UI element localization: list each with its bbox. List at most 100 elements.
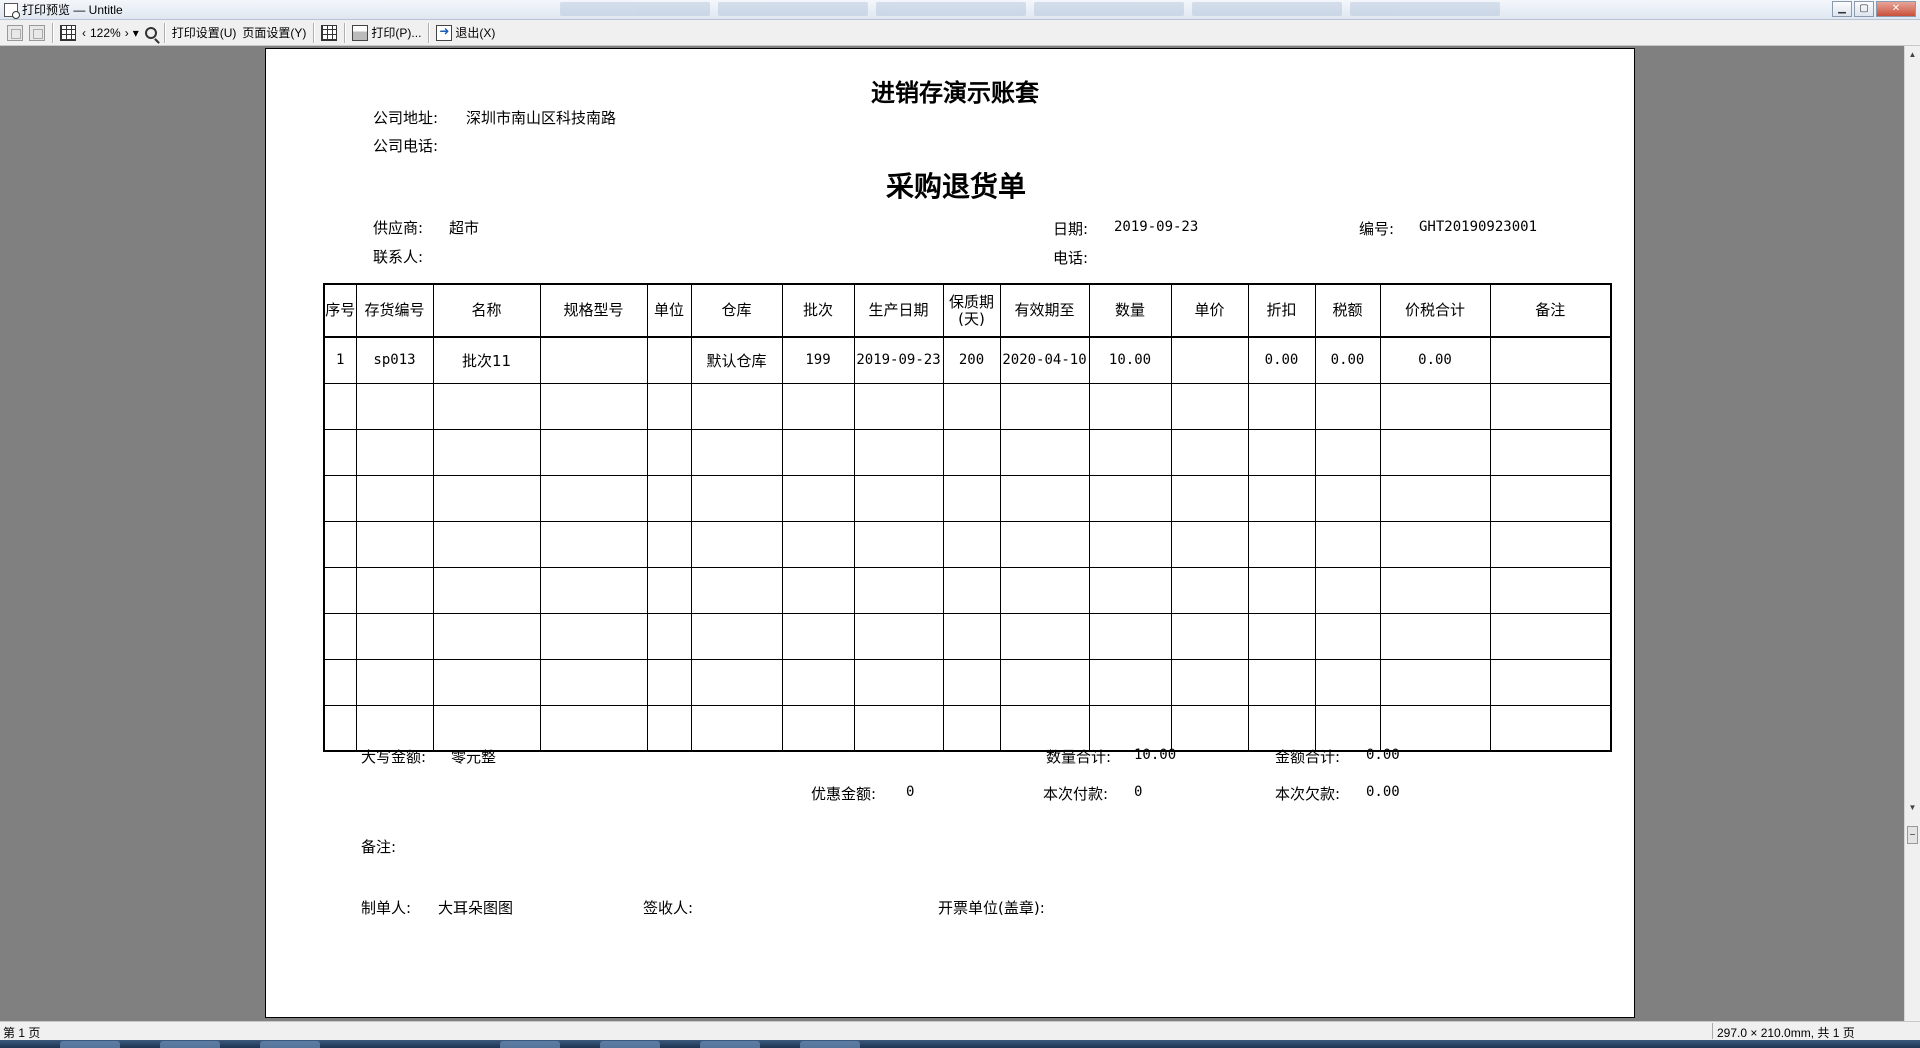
- table-cell: [1489, 336, 1612, 384]
- magnifier-icon: [144, 26, 157, 39]
- page-settings-button[interactable]: 页面设置(Y): [239, 23, 309, 43]
- col-header: 有效期至: [999, 283, 1090, 338]
- minimize-icon[interactable]: ▁: [1832, 1, 1852, 17]
- tel-label: 电话:: [1053, 249, 1089, 267]
- table-cell: 200: [942, 336, 1001, 384]
- zoom-button[interactable]: [142, 23, 160, 43]
- grid-icon: [60, 24, 76, 41]
- scroll-thumb[interactable]: [1907, 826, 1918, 844]
- amount-total-value: 0.00: [1366, 747, 1400, 763]
- table-cell: [539, 336, 648, 384]
- col-header: 存货编号: [355, 283, 434, 338]
- exit-button[interactable]: 退出(X): [433, 23, 498, 43]
- zoom-level: 122%: [90, 25, 121, 40]
- toolbar-separator: [52, 22, 53, 43]
- col-header: 数量: [1088, 283, 1172, 338]
- printer-icon: [352, 24, 369, 41]
- discount-label: 优惠金额:: [811, 785, 877, 803]
- issuer-label: 开票单位(盖章):: [938, 899, 1045, 917]
- page-indicator: 第 1 页: [3, 1026, 41, 1040]
- owed-label: 本次欠款:: [1275, 785, 1341, 803]
- window-controls: ▁ ▢ ✕: [1832, 1, 1916, 17]
- table-cell: [646, 336, 692, 384]
- status-bar: 第 1 页 297.0 × 210.0mm, 共 1 页: [0, 1021, 1920, 1040]
- amount-total-label: 金额合计:: [1275, 748, 1341, 766]
- background-taskbar-tabs: [560, 2, 1500, 16]
- table-row-empty: [323, 658, 1612, 706]
- layout-button[interactable]: [318, 23, 340, 43]
- table-cell: 10.00: [1088, 336, 1172, 384]
- table-row-empty: [323, 428, 1612, 476]
- first-page-button[interactable]: [4, 23, 26, 43]
- table-icon: [321, 24, 338, 41]
- table-cell: [1170, 336, 1249, 384]
- scroll-up-icon[interactable]: ▲: [1905, 48, 1920, 62]
- table-cell: 0.00: [1379, 336, 1491, 384]
- table-cell: 0.00: [1247, 336, 1316, 384]
- qty-total-label: 数量合计:: [1046, 748, 1112, 766]
- signer-label: 签收人:: [643, 899, 694, 917]
- close-icon[interactable]: ✕: [1876, 1, 1916, 17]
- table-cell: 0.00: [1314, 336, 1381, 384]
- table-row-empty: [323, 704, 1612, 752]
- zoom-in-chevron-icon[interactable]: ›: [125, 26, 129, 40]
- col-header: 税额: [1314, 283, 1381, 338]
- col-header: 单位: [646, 283, 692, 338]
- company-name: 进销存演示账套: [871, 78, 1039, 107]
- vertical-scrollbar[interactable]: ▲ ▼: [1904, 46, 1920, 1021]
- table-row-empty: [323, 474, 1612, 522]
- supplier-value: 超市: [449, 219, 480, 237]
- col-header: 序号: [323, 283, 357, 338]
- preview-page: 进销存演示账套 公司地址: 深圳市南山区科技南路 公司电话: 采购退货单 供应商…: [265, 48, 1635, 1018]
- scroll-down-icon[interactable]: ▼: [1905, 801, 1920, 815]
- number-value: GHT20190923001: [1419, 219, 1538, 235]
- table-cell: 1: [323, 336, 357, 384]
- zoom-out-chevron-icon[interactable]: ‹: [82, 26, 86, 40]
- address-value: 深圳市南山区科技南路: [466, 109, 617, 127]
- col-header: 生产日期: [853, 283, 944, 338]
- date-label: 日期:: [1053, 220, 1089, 238]
- print-settings-button[interactable]: 打印设置(U): [169, 23, 240, 43]
- table-header-row: 序号 存货编号 名称 规格型号 单位 仓库 批次 生产日期 保质期(天) 有效期…: [323, 283, 1612, 338]
- col-header: 仓库: [690, 283, 783, 338]
- date-value: 2019-09-23: [1114, 219, 1199, 235]
- amount-words-label: 大写金额:: [361, 748, 427, 766]
- col-header: 折扣: [1247, 283, 1316, 338]
- paid-value: 0: [1134, 784, 1143, 800]
- print-button[interactable]: 打印(P)...: [349, 23, 424, 43]
- status-divider: [1712, 1023, 1713, 1039]
- address-label: 公司地址:: [373, 109, 439, 127]
- paid-label: 本次付款:: [1043, 785, 1109, 803]
- col-header: 规格型号: [539, 283, 648, 338]
- toolbar-separator: [344, 22, 346, 43]
- zoom-dropdown-icon[interactable]: ▾: [133, 26, 139, 40]
- zoom-control[interactable]: ‹ 122% › ▾: [79, 26, 142, 40]
- table-row-empty: [323, 382, 1612, 430]
- col-header: 名称: [432, 283, 541, 338]
- table-row-empty: [323, 520, 1612, 568]
- maximize-icon[interactable]: ▢: [1854, 1, 1874, 17]
- os-taskbar: [0, 1040, 1920, 1048]
- remark-label: 备注:: [361, 838, 397, 856]
- multi-page-button[interactable]: [57, 23, 79, 43]
- preview-toolbar: ‹ 122% › ▾ 打印设置(U) 页面设置(Y) 打印(P)... 退出(X…: [0, 20, 1920, 46]
- toolbar-separator: [163, 22, 165, 43]
- paper-size: 297.0 × 210.0mm, 共 1 页: [1717, 1026, 1855, 1040]
- table-row-empty: [323, 566, 1612, 614]
- page-icon: [29, 24, 45, 41]
- document-title: 采购退货单: [886, 170, 1027, 203]
- table-cell: 2020-04-10: [999, 336, 1090, 384]
- table-cell: 2019-09-23: [853, 336, 944, 384]
- print-label: 打印(P)...: [371, 26, 422, 40]
- discount-value: 0: [906, 784, 915, 800]
- qty-total-value: 10.00: [1134, 747, 1177, 763]
- bill-table: 序号 存货编号 名称 规格型号 单位 仓库 批次 生产日期 保质期(天) 有效期…: [323, 283, 1612, 752]
- col-header: 价税合计: [1379, 283, 1491, 338]
- page-icon: [7, 24, 23, 41]
- two-pages-button[interactable]: [26, 23, 48, 43]
- table-cell: 默认仓库: [690, 336, 783, 384]
- table-cell: 199: [781, 336, 855, 384]
- exit-icon: [436, 24, 453, 41]
- exit-label: 退出(X): [455, 26, 496, 40]
- col-header: 备注: [1489, 283, 1612, 338]
